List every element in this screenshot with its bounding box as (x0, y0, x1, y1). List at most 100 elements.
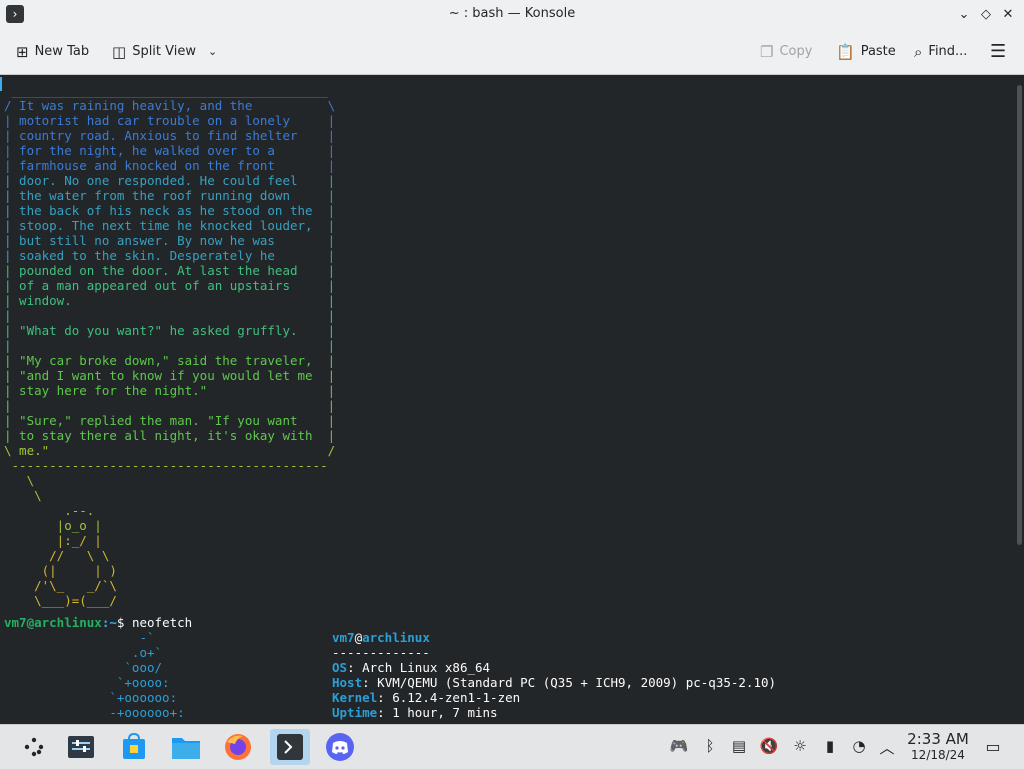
new-tab-button[interactable]: ⊞ New Tab (16, 41, 89, 63)
gamepad-icon[interactable]: 🎮 (668, 737, 690, 755)
arch-logo-line: -+oooooo+: (4, 705, 185, 720)
cowsay-line: | to stay there all night, it's okay wit… (4, 428, 336, 443)
window-title: ~ : bash — Konsole (448, 6, 576, 21)
info-key-kernel: Kernel (332, 690, 378, 705)
cowsay-line: | for the night, he walked over to a | (4, 143, 336, 158)
cowsay-line: | country road. Anxious to find shelter … (4, 128, 336, 143)
cowsay-line: \ (26, 473, 35, 488)
discover-store-icon[interactable] (116, 729, 152, 765)
arch-logo-line: .o+` (131, 645, 163, 660)
cowsay-line: \ me." / (4, 443, 336, 458)
cowsay-line: | "My car broke down," said the traveler… (4, 353, 336, 368)
terminal-scrollbar[interactable] (1017, 85, 1022, 545)
prompt-symbol: $ (116, 615, 125, 630)
split-view-button[interactable]: ◫ Split View ⌄ (112, 41, 217, 63)
konsole-icon[interactable] (270, 729, 310, 765)
hamburger-menu-icon[interactable]: ☰ (990, 41, 1006, 63)
maximize-icon[interactable]: ◇ (976, 5, 996, 25)
updates-icon[interactable]: ◔ (848, 737, 870, 755)
cowsay-line: | stay here for the night." | (4, 383, 336, 398)
cowsay-line: (| | ) (41, 563, 117, 578)
cowsay-line: | | (4, 398, 336, 413)
prompt-command: neofetch (131, 615, 193, 630)
info-value-host: KVM/QEMU (Standard PC (Q35 + ICH9, 2009)… (377, 675, 777, 690)
discord-icon[interactable] (322, 729, 358, 765)
new-tab-icon: ⊞ (16, 43, 29, 61)
cowsay-line: | "What do you want?" he asked gruffly. … (4, 323, 336, 338)
cowsay-line: |o_o | (56, 518, 102, 533)
clock-date: 12/18/24 (911, 748, 965, 762)
cowsay-line: | but still no answer. By now he was | (4, 233, 336, 248)
info-key-uptime: Uptime (332, 705, 378, 720)
toolbar: ⊞ New Tab ◫ Split View ⌄ ❐ Copy 📋 Paste … (0, 30, 1024, 75)
cowsay-line: | "Sure," replied the man. "If you want … (4, 413, 336, 428)
arch-logo-line: `+oooo: (116, 675, 170, 690)
taskbar: 🎮 ᛒ ▤ 🔇 ☼ ▮ ◔ ︿ 2:33 AM 12/18/24 ▭ (0, 724, 1024, 769)
arch-logo-line: `+oooooo: (109, 690, 178, 705)
cowsay-line: | motorist had car trouble on a lonely | (4, 113, 336, 128)
bluetooth-icon[interactable]: ᛒ (699, 737, 721, 755)
file-manager-icon[interactable] (168, 729, 204, 765)
search-icon: ⌕ (914, 43, 923, 61)
cowsay-line: | | (4, 308, 336, 323)
new-tab-label: New Tab (34, 44, 90, 59)
volume-muted-icon[interactable]: 🔇 (758, 737, 780, 755)
expand-tray-icon[interactable]: ︿ (876, 737, 898, 758)
cowsay-line: | | (4, 338, 336, 353)
split-view-icon: ◫ (112, 43, 127, 61)
cowsay-line: | "and I want to know if you would let m… (4, 368, 336, 383)
split-view-label: Split View (132, 44, 196, 59)
show-desktop-icon[interactable]: ▭ (982, 737, 1004, 756)
digital-clock[interactable]: 2:33 AM 12/18/24 (904, 730, 972, 763)
system-settings-icon[interactable] (63, 729, 99, 765)
arch-logo-line: `ooo/ (124, 660, 163, 675)
cowsay-line: \ (34, 488, 42, 503)
info-user: vm7 (332, 630, 355, 645)
cowsay-line: | stoop. The next time he knocked louder… (4, 218, 336, 233)
copy-label: Copy (779, 44, 813, 59)
cowsay-line: // \ \ (49, 548, 110, 563)
chevron-down-icon: ⌄ (208, 45, 218, 58)
battery-icon[interactable]: ▮ (819, 737, 841, 755)
cowsay-line: | door. No one responded. He could feel … (4, 173, 336, 188)
terminal-view[interactable]: ________________________________________… (0, 75, 1024, 724)
info-at: @ (354, 630, 363, 645)
cowsay-line: .--. (64, 503, 95, 518)
info-value-kernel: 6.12.4-zen1-1-zen (392, 690, 521, 705)
cowsay-line: /'\_ _/`\ (34, 578, 117, 593)
focus-indicator (0, 77, 2, 91)
info-value-os: Arch Linux x86_64 (362, 660, 491, 675)
cowsay-line: / It was raining heavily, and the \ (4, 98, 336, 113)
info-value-uptime: 1 hour, 7 mins (392, 705, 498, 720)
copy-icon: ❐ (760, 43, 774, 61)
cowsay-line: | pounded on the door. At last the head … (4, 263, 336, 278)
cowsay-line: | farmhouse and knocked on the front | (4, 158, 336, 173)
cowsay-line: |:_/ | (56, 533, 102, 548)
clock-time: 2:33 AM (907, 730, 969, 748)
info-host: archlinux (362, 630, 430, 645)
cowsay-line: ----------------------------------------… (11, 458, 328, 473)
copy-button[interactable]: ❐ Copy (760, 41, 812, 63)
close-icon[interactable]: ✕ (998, 5, 1018, 25)
prompt-path: :~ (101, 615, 117, 630)
minimize-icon[interactable]: ⌄ (954, 5, 974, 25)
cowsay-line: | of a man appeared out of an upstairs | (4, 278, 336, 293)
cowsay-output: ________________________________________… (4, 83, 335, 608)
cowsay-line: | soaked to the skin. Desperately he | (4, 248, 336, 263)
cowsay-line: | the water from the roof running down | (4, 188, 336, 203)
prompt-user: vm7@archlinux (4, 615, 102, 630)
paste-button[interactable]: 📋 Paste (836, 41, 896, 63)
find-button[interactable]: ⌕ Find... (914, 41, 967, 63)
arch-logo-line: -` (139, 630, 155, 645)
brightness-icon[interactable]: ☼ (789, 737, 811, 755)
application-launcher-icon[interactable] (16, 729, 52, 765)
cowsay-line: \___)=(___/ (4, 593, 117, 608)
prompt-line: vm7@archlinux:~$ neofetch (4, 615, 192, 630)
title-bar: › ~ : bash — Konsole ⌄ ◇ ✕ (0, 0, 1024, 30)
info-separator: ------------- (332, 645, 430, 660)
firefox-icon[interactable] (220, 729, 256, 765)
find-label: Find... (928, 44, 968, 59)
arch-logo-ascii: -` .o+` `ooo/ `+oooo: `+oooooo: -+oooooo… (4, 630, 185, 720)
info-key-os: OS (332, 660, 348, 675)
clipboard-icon[interactable]: ▤ (728, 737, 750, 755)
